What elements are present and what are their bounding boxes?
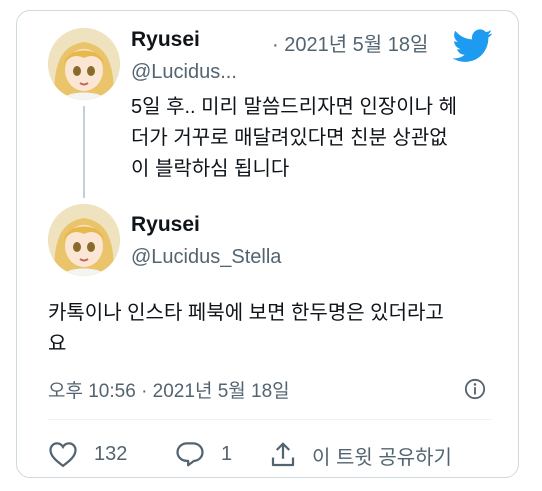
tweet-text: 5일 후.. 미리 말씀드리자면 인장이나 헤 더가 거꾸로 매달려있다면 친분… (131, 92, 457, 185)
author-name[interactable]: Ryusei (131, 213, 200, 237)
thread-line (83, 106, 85, 198)
tweet-text-line: 더가 거꾸로 매달려있다면 친분 상관없 (131, 127, 448, 149)
tweet-text: 카톡이나 인스타 페북에 보면 한두명은 있더라고 요 (48, 298, 444, 360)
tweet-timestamp[interactable]: 오후 10:56 · 2021년 5월 18일 (48, 376, 290, 403)
share-label: 이 트윗 공유하기 (312, 446, 452, 469)
heart-icon (49, 442, 77, 468)
author-handle[interactable]: @Lucidus_Stella (131, 246, 281, 269)
avatar[interactable] (48, 204, 120, 276)
reply-icon (176, 442, 204, 467)
tweet-text-line: 이 블락하심 됩니다 (131, 158, 290, 180)
twitter-bird-icon[interactable] (453, 29, 493, 63)
reply-button[interactable]: 1 (175, 440, 232, 468)
share-icon (271, 442, 295, 467)
tweet-text-line: 요 (48, 333, 67, 355)
reply-count: 1 (221, 442, 233, 465)
like-button[interactable]: 132 (48, 440, 127, 468)
like-count: 132 (94, 442, 128, 465)
share-button[interactable]: 이 트윗 공유하기 (268, 440, 452, 470)
author-name[interactable]: Ryusei (131, 28, 200, 52)
info-icon[interactable] (464, 378, 486, 400)
author-handle[interactable]: @Lucidus... (131, 61, 237, 84)
divider (48, 419, 492, 420)
tweet-text-line: 5일 후.. 미리 말씀드리자면 인장이나 헤 (131, 96, 458, 118)
tweet-date[interactable]: · 2021년 5월 18일 (272, 28, 428, 57)
tweet-text-line: 카톡이나 인스타 페북에 보면 한두명은 있더라고 (48, 302, 444, 324)
avatar[interactable] (48, 28, 120, 100)
